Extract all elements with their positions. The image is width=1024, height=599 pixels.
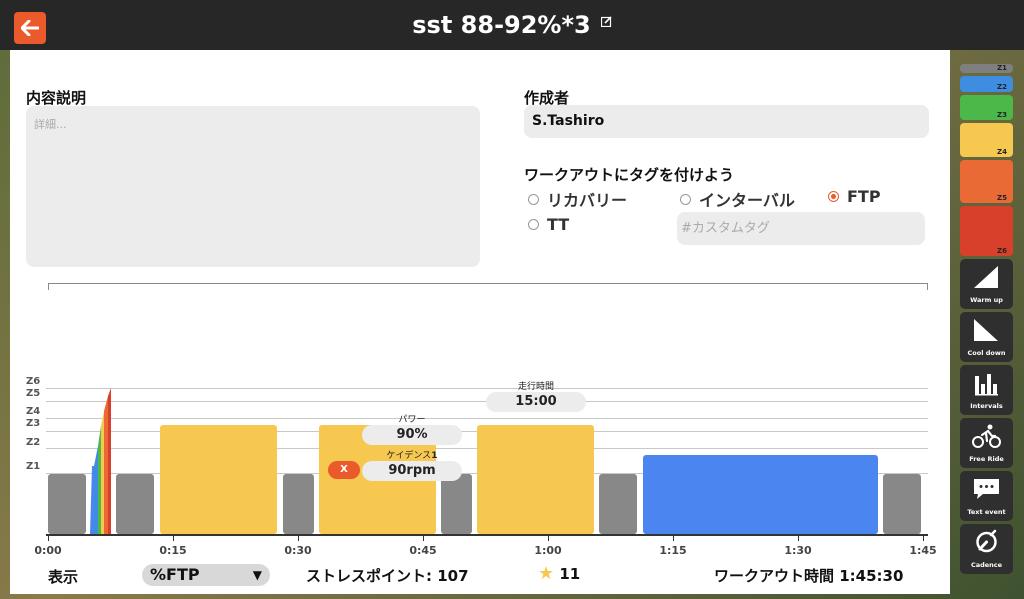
zone-label-z1: Z1: [26, 461, 41, 472]
zone-z5-button[interactable]: Z5: [960, 160, 1013, 203]
zone-z6-button[interactable]: Z6: [960, 206, 1013, 256]
display-label: 表示: [48, 568, 79, 586]
chevron-down-icon: ▼: [252, 568, 262, 582]
display-mode-select[interactable]: %FTP ▼: [142, 564, 270, 586]
time-tick: [298, 536, 299, 541]
workout-chart: Z6 Z5 Z4 Z3 Z2 Z1 走行時間 15:00 パワー 90% ケイデ…: [10, 50, 950, 594]
cooldown-ramp-icon: [974, 319, 998, 341]
star-count: 11: [559, 565, 581, 583]
zone-label-z3: Z3: [26, 418, 41, 429]
cooldown-button[interactable]: Cool down: [960, 312, 1013, 362]
time-tick-label: 1:15: [659, 544, 687, 557]
time-tick-label: 1:00: [534, 544, 562, 557]
time-tick-label: 0:00: [34, 544, 62, 557]
cooldown-label: Cool down: [967, 349, 1006, 357]
cadence-label: Cadence: [970, 561, 1003, 569]
warmup-ramp-icon: [974, 266, 998, 288]
display-mode-value: %FTP: [150, 565, 200, 584]
cadence-caption: ケイデンス1: [386, 451, 438, 461]
time-tick: [173, 536, 174, 541]
cadence-icon: [976, 529, 997, 553]
intervals-label: Intervals: [970, 402, 1003, 410]
duration-caption: 走行時間: [517, 382, 554, 392]
warmup-button[interactable]: Warm up: [960, 259, 1013, 309]
chat-bubble-icon: [974, 479, 999, 499]
zone-z1-button[interactable]: Z1: [960, 64, 1013, 73]
workout-title[interactable]: sst 88-92%*3: [412, 11, 590, 39]
zone-z4-button[interactable]: Z4: [960, 123, 1013, 157]
stress-points-label: ストレスポイント:: [306, 567, 432, 585]
zone-label-z4: Z4: [26, 406, 41, 417]
star-icon: ★: [538, 563, 555, 584]
time-tick-label: 1:30: [784, 544, 812, 557]
recovery-block[interactable]: [283, 474, 314, 534]
zone-label-z5: Z5: [26, 388, 41, 399]
zone-z4-label: Z4: [997, 148, 1007, 156]
workout-time-value: 1:45:30: [839, 567, 904, 585]
cadence-button[interactable]: Cadence: [960, 524, 1013, 574]
text-event-button[interactable]: Text event: [960, 471, 1013, 521]
workout-editor-panel: 内容説明 詳細... 作成者 S.Tashiro ワークアウトにタグを付けよう …: [10, 50, 950, 594]
time-tick-label: 0:45: [409, 544, 437, 557]
text-event-label: Text event: [967, 508, 1006, 516]
recovery-block[interactable]: [883, 474, 921, 534]
time-tick: [923, 536, 924, 541]
warmup-ramp-block[interactable]: [90, 386, 112, 534]
time-tick: [48, 536, 49, 541]
zone-z5-label: Z5: [997, 194, 1007, 202]
zone-z3-label: Z3: [997, 111, 1007, 119]
interval-block[interactable]: [160, 425, 277, 534]
time-tick: [798, 536, 799, 541]
intervals-button[interactable]: Intervals: [960, 365, 1013, 415]
time-axis: [46, 534, 928, 536]
zone-z1-label: Z1: [997, 64, 1007, 72]
interval-block[interactable]: [477, 425, 594, 534]
cyclist-icon: [972, 424, 1001, 448]
zone-z2-label: Z2: [997, 83, 1007, 91]
arrow-left-icon: [21, 20, 39, 36]
recovery-block[interactable]: [441, 474, 472, 534]
warmup-label: Warm up: [970, 296, 1003, 304]
top-bar: sst 88-92%*3: [0, 0, 1024, 50]
duration-value-field[interactable]: 15:00: [486, 392, 586, 412]
zone-label-z2: Z2: [26, 437, 41, 448]
time-tick-label: 0:15: [159, 544, 187, 557]
power-caption: パワー: [398, 415, 426, 425]
time-tick: [423, 536, 424, 541]
zone-z3-button[interactable]: Z3: [960, 95, 1013, 120]
back-button[interactable]: [14, 12, 46, 44]
star-rating: ★ 11: [538, 563, 580, 584]
time-tick-label: 0:30: [284, 544, 312, 557]
workout-time-label: ワークアウト時間: [714, 567, 835, 585]
free-ride-button[interactable]: Free Ride: [960, 418, 1013, 468]
zone-label-z6: Z6: [26, 376, 41, 387]
time-tick: [548, 536, 549, 541]
recovery-block[interactable]: [599, 474, 637, 534]
recovery-block[interactable]: [116, 474, 154, 534]
cadence-value-field[interactable]: 90rpm: [362, 461, 462, 481]
stress-points: ストレスポイント: 107: [306, 565, 469, 586]
intervals-bars-icon: [975, 374, 998, 396]
free-ride-block[interactable]: [643, 455, 878, 534]
edit-icon[interactable]: [600, 15, 612, 27]
remove-cadence-button[interactable]: X: [328, 461, 360, 479]
free-ride-label: Free Ride: [969, 455, 1004, 463]
time-tick: [673, 536, 674, 541]
zone-gridline: [46, 418, 928, 419]
power-value-field[interactable]: 90%: [362, 425, 462, 445]
workout-time: ワークアウト時間 1:45:30: [714, 565, 903, 586]
time-tick-label: 1:45: [909, 544, 937, 557]
recovery-block[interactable]: [48, 474, 86, 534]
zone-z2-button[interactable]: Z2: [960, 76, 1013, 92]
zone-z6-label: Z6: [997, 247, 1007, 255]
stress-points-value: 107: [437, 567, 469, 585]
